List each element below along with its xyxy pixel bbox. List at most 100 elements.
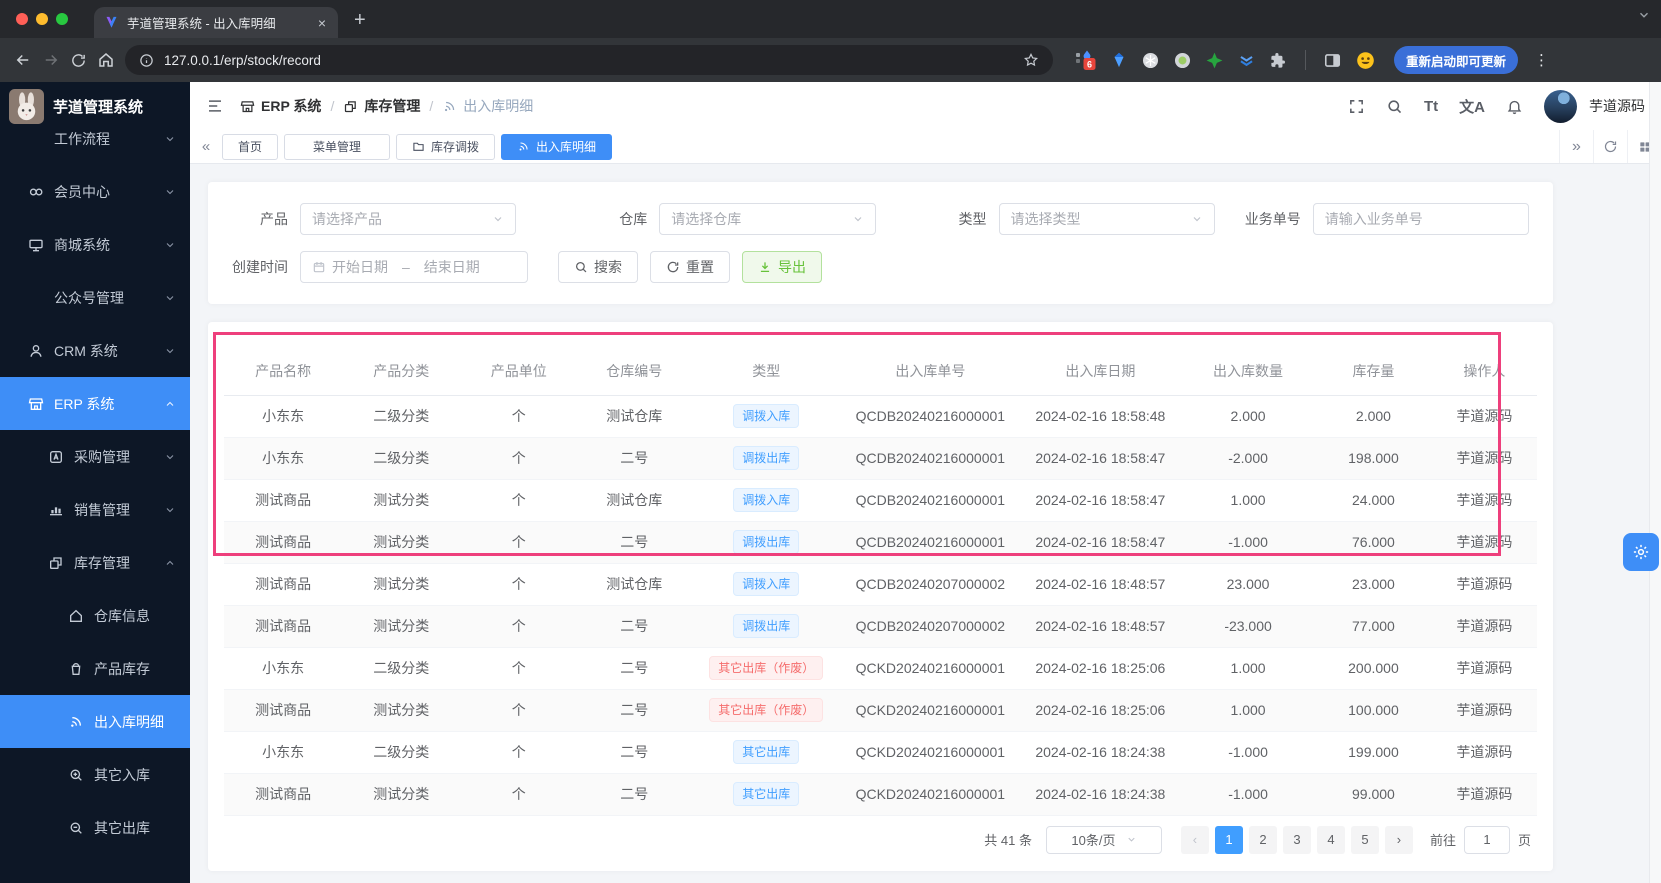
table-row-1[interactable]: 小东东 二级分类个二号 调拨出库 QCDB20240216000001 2024-02-… (224, 437, 1537, 480)
page-button-4[interactable]: 4 (1316, 825, 1345, 854)
sidebar-item-3[interactable]: 公众号管理 (0, 271, 190, 324)
table-row-8[interactable]: 小东东 二级分类个二号 其它出库 QCKD20240216000001 2024-02-… (224, 731, 1537, 774)
emoji-extension-icon[interactable] (1355, 50, 1376, 71)
table-row-7[interactable]: 测试商品 测试分类个二号 其它出库（作废） QCKD20240216000001 202… (224, 689, 1537, 732)
toolbar-divider (1305, 50, 1306, 70)
cell-unit: 个 (460, 521, 578, 564)
settings-fab[interactable] (1623, 533, 1659, 571)
sidebar-item-1[interactable]: 会员中心 (0, 165, 190, 218)
close-window-button[interactable] (16, 13, 28, 25)
sidebar-item-0[interactable]: 工作流程 (0, 130, 190, 165)
goto-page-input[interactable]: 1 (1463, 825, 1510, 854)
browser-scrollbar[interactable] (1649, 82, 1661, 883)
breadcrumb-item-0[interactable]: ERP 系统 (240, 96, 321, 116)
sidebar-item-12[interactable]: 其它入库 (0, 748, 190, 801)
sidebar-item-6[interactable]: 采购管理 (0, 430, 190, 483)
table-row-3[interactable]: 测试商品 测试分类个二号 调拨出库 QCDB20240216000001 2024-02… (224, 521, 1537, 564)
fullscreen-icon[interactable] (1348, 98, 1365, 115)
scroll-tabs-right-icon[interactable]: » (1559, 130, 1593, 163)
page-tab-3[interactable]: 出入库明细 (501, 133, 613, 160)
breadcrumb-label: 出入库明细 (463, 98, 534, 114)
browser-update-button[interactable]: 重新启动即可更新 (1394, 46, 1519, 74)
page-tab-0[interactable]: 首页 (222, 133, 279, 160)
user-name[interactable]: 芋道源码 (1589, 96, 1645, 116)
new-tab-button[interactable]: + (354, 9, 366, 32)
table-row-2[interactable]: 测试商品 测试分类个测试仓库 调拨入库 QCDB20240216000001 2024-… (224, 479, 1537, 522)
table-row-6[interactable]: 小东东 二级分类个二号 其它出库（作废） QCKD20240216000001 2024… (224, 647, 1537, 690)
site-info-icon[interactable] (139, 53, 154, 68)
app-logo-row[interactable]: 芋道管理系统 (0, 82, 190, 130)
cell-order_no: QCDB20240216000001 (841, 437, 1020, 480)
table-row-5[interactable]: 测试商品 测试分类个二号 调拨出库 QCDB20240207000002 2024-02… (224, 605, 1537, 648)
next-page-button[interactable]: › (1384, 825, 1413, 854)
page-tab-1[interactable]: 菜单管理 (284, 133, 391, 160)
page-button-5[interactable]: 5 (1350, 825, 1379, 854)
translate-icon[interactable]: 文A (1459, 96, 1485, 117)
window-controls[interactable] (16, 13, 68, 25)
extension-chevrons-icon[interactable] (1237, 51, 1256, 70)
extension-badge-icon[interactable]: 6 (1075, 49, 1097, 71)
browser-tabstrip: 芋道管理系统 - 出入库明细 × + (0, 0, 1661, 38)
warehouse-select[interactable]: 请选择仓库 (659, 203, 876, 235)
browser-menu-kebab-icon[interactable]: ⋮ (1534, 51, 1549, 69)
table-row-4[interactable]: 测试商品 测试分类个测试仓库 调拨入库 QCDB20240207000002 2024-… (224, 563, 1537, 606)
type-select[interactable]: 请选择类型 (998, 203, 1215, 235)
forward-icon[interactable] (42, 51, 60, 69)
back-icon[interactable] (14, 51, 32, 69)
sidebar-item-11[interactable]: 出入库明细 (0, 695, 190, 748)
cell-warehouse: 二号 (577, 647, 692, 690)
tab-close-icon[interactable]: × (316, 15, 328, 31)
sidebar-item-10[interactable]: 产品库存 (0, 642, 190, 695)
extension-green-dot-icon[interactable] (1173, 51, 1192, 70)
sidebar-item-8[interactable]: 库存管理 (0, 536, 190, 589)
page-tab-2[interactable]: 库存调拨 (396, 133, 496, 160)
page-size-select[interactable]: 10条/页 (1045, 825, 1162, 854)
url-bar[interactable]: 127.0.0.1/erp/stock/record (125, 45, 1053, 75)
page-button-1[interactable]: 1 (1214, 825, 1243, 854)
sidebar-item-2[interactable]: 商城系统 (0, 218, 190, 271)
search-icon[interactable] (1386, 98, 1403, 115)
sidebar-item-4[interactable]: CRM 系统 (0, 324, 190, 377)
breadcrumb-item-2[interactable]: 出入库明细 (442, 96, 533, 116)
scroll-tabs-left-icon[interactable]: « (190, 138, 222, 155)
user-avatar[interactable] (1544, 89, 1577, 123)
sidebar-item-5[interactable]: ERP 系统 (0, 377, 190, 430)
minimize-window-button[interactable] (36, 13, 48, 25)
biz-no-input[interactable]: 请输入业务单号 (1312, 203, 1529, 235)
extension-gem-icon[interactable] (1110, 51, 1128, 69)
side-panel-icon[interactable] (1323, 51, 1342, 70)
tab-search-chevron-icon[interactable] (1637, 8, 1651, 22)
cell-type: 调拨入库 (691, 395, 842, 438)
refresh-tab-icon[interactable] (1593, 130, 1627, 163)
extension-snowflake-icon[interactable] (1141, 51, 1160, 70)
sidebar-item-9[interactable]: 仓库信息 (0, 589, 190, 642)
page-button-2[interactable]: 2 (1248, 825, 1277, 854)
sidebar-item-7[interactable]: 销售管理 (0, 483, 190, 536)
export-button[interactable]: 导出 (742, 251, 822, 283)
chevron-down-icon (164, 451, 176, 463)
browser-tab[interactable]: 芋道管理系统 - 出入库明细 × (94, 7, 338, 38)
reload-icon[interactable] (70, 52, 87, 69)
reset-button[interactable]: 重置 (650, 251, 730, 283)
font-size-icon[interactable]: Tt (1424, 98, 1438, 115)
sidebar-item-13[interactable]: 其它出库 (0, 801, 190, 854)
sidebar-item-label: 采购管理 (74, 448, 130, 465)
notification-bell-icon[interactable] (1506, 98, 1523, 115)
prev-page-button[interactable]: ‹ (1180, 825, 1209, 854)
table-row-0[interactable]: 小东东 二级分类个测试仓库 调拨入库 QCDB20240216000001 2024-0… (224, 395, 1537, 438)
maximize-window-button[interactable] (56, 13, 68, 25)
collapse-sidebar-icon[interactable] (206, 97, 224, 115)
bookmark-star-icon[interactable] (1023, 52, 1039, 68)
cell-order_no: QCDB20240216000001 (841, 521, 1020, 564)
extension-star-icon[interactable] (1205, 51, 1224, 70)
date-range-input[interactable]: 开始日期 – 结束日期 (300, 251, 528, 283)
product-select[interactable]: 请选择产品 (300, 203, 517, 235)
home-icon[interactable] (97, 51, 115, 69)
table-row-9[interactable]: 测试商品 测试分类个二号 其它出库 QCKD20240216000001 2024-02… (224, 773, 1537, 816)
page-button-3[interactable]: 3 (1282, 825, 1311, 854)
search-button[interactable]: 搜索 (558, 251, 638, 283)
breadcrumb-item-1[interactable]: 库存管理 (343, 96, 420, 116)
cell-unit: 个 (460, 479, 578, 522)
extensions-puzzle-icon[interactable] (1269, 51, 1288, 70)
filter-card: 产品 请选择产品 仓库 请选择仓库 类型 请选择类型 业务单号 请输入业务单号 … (208, 182, 1553, 304)
